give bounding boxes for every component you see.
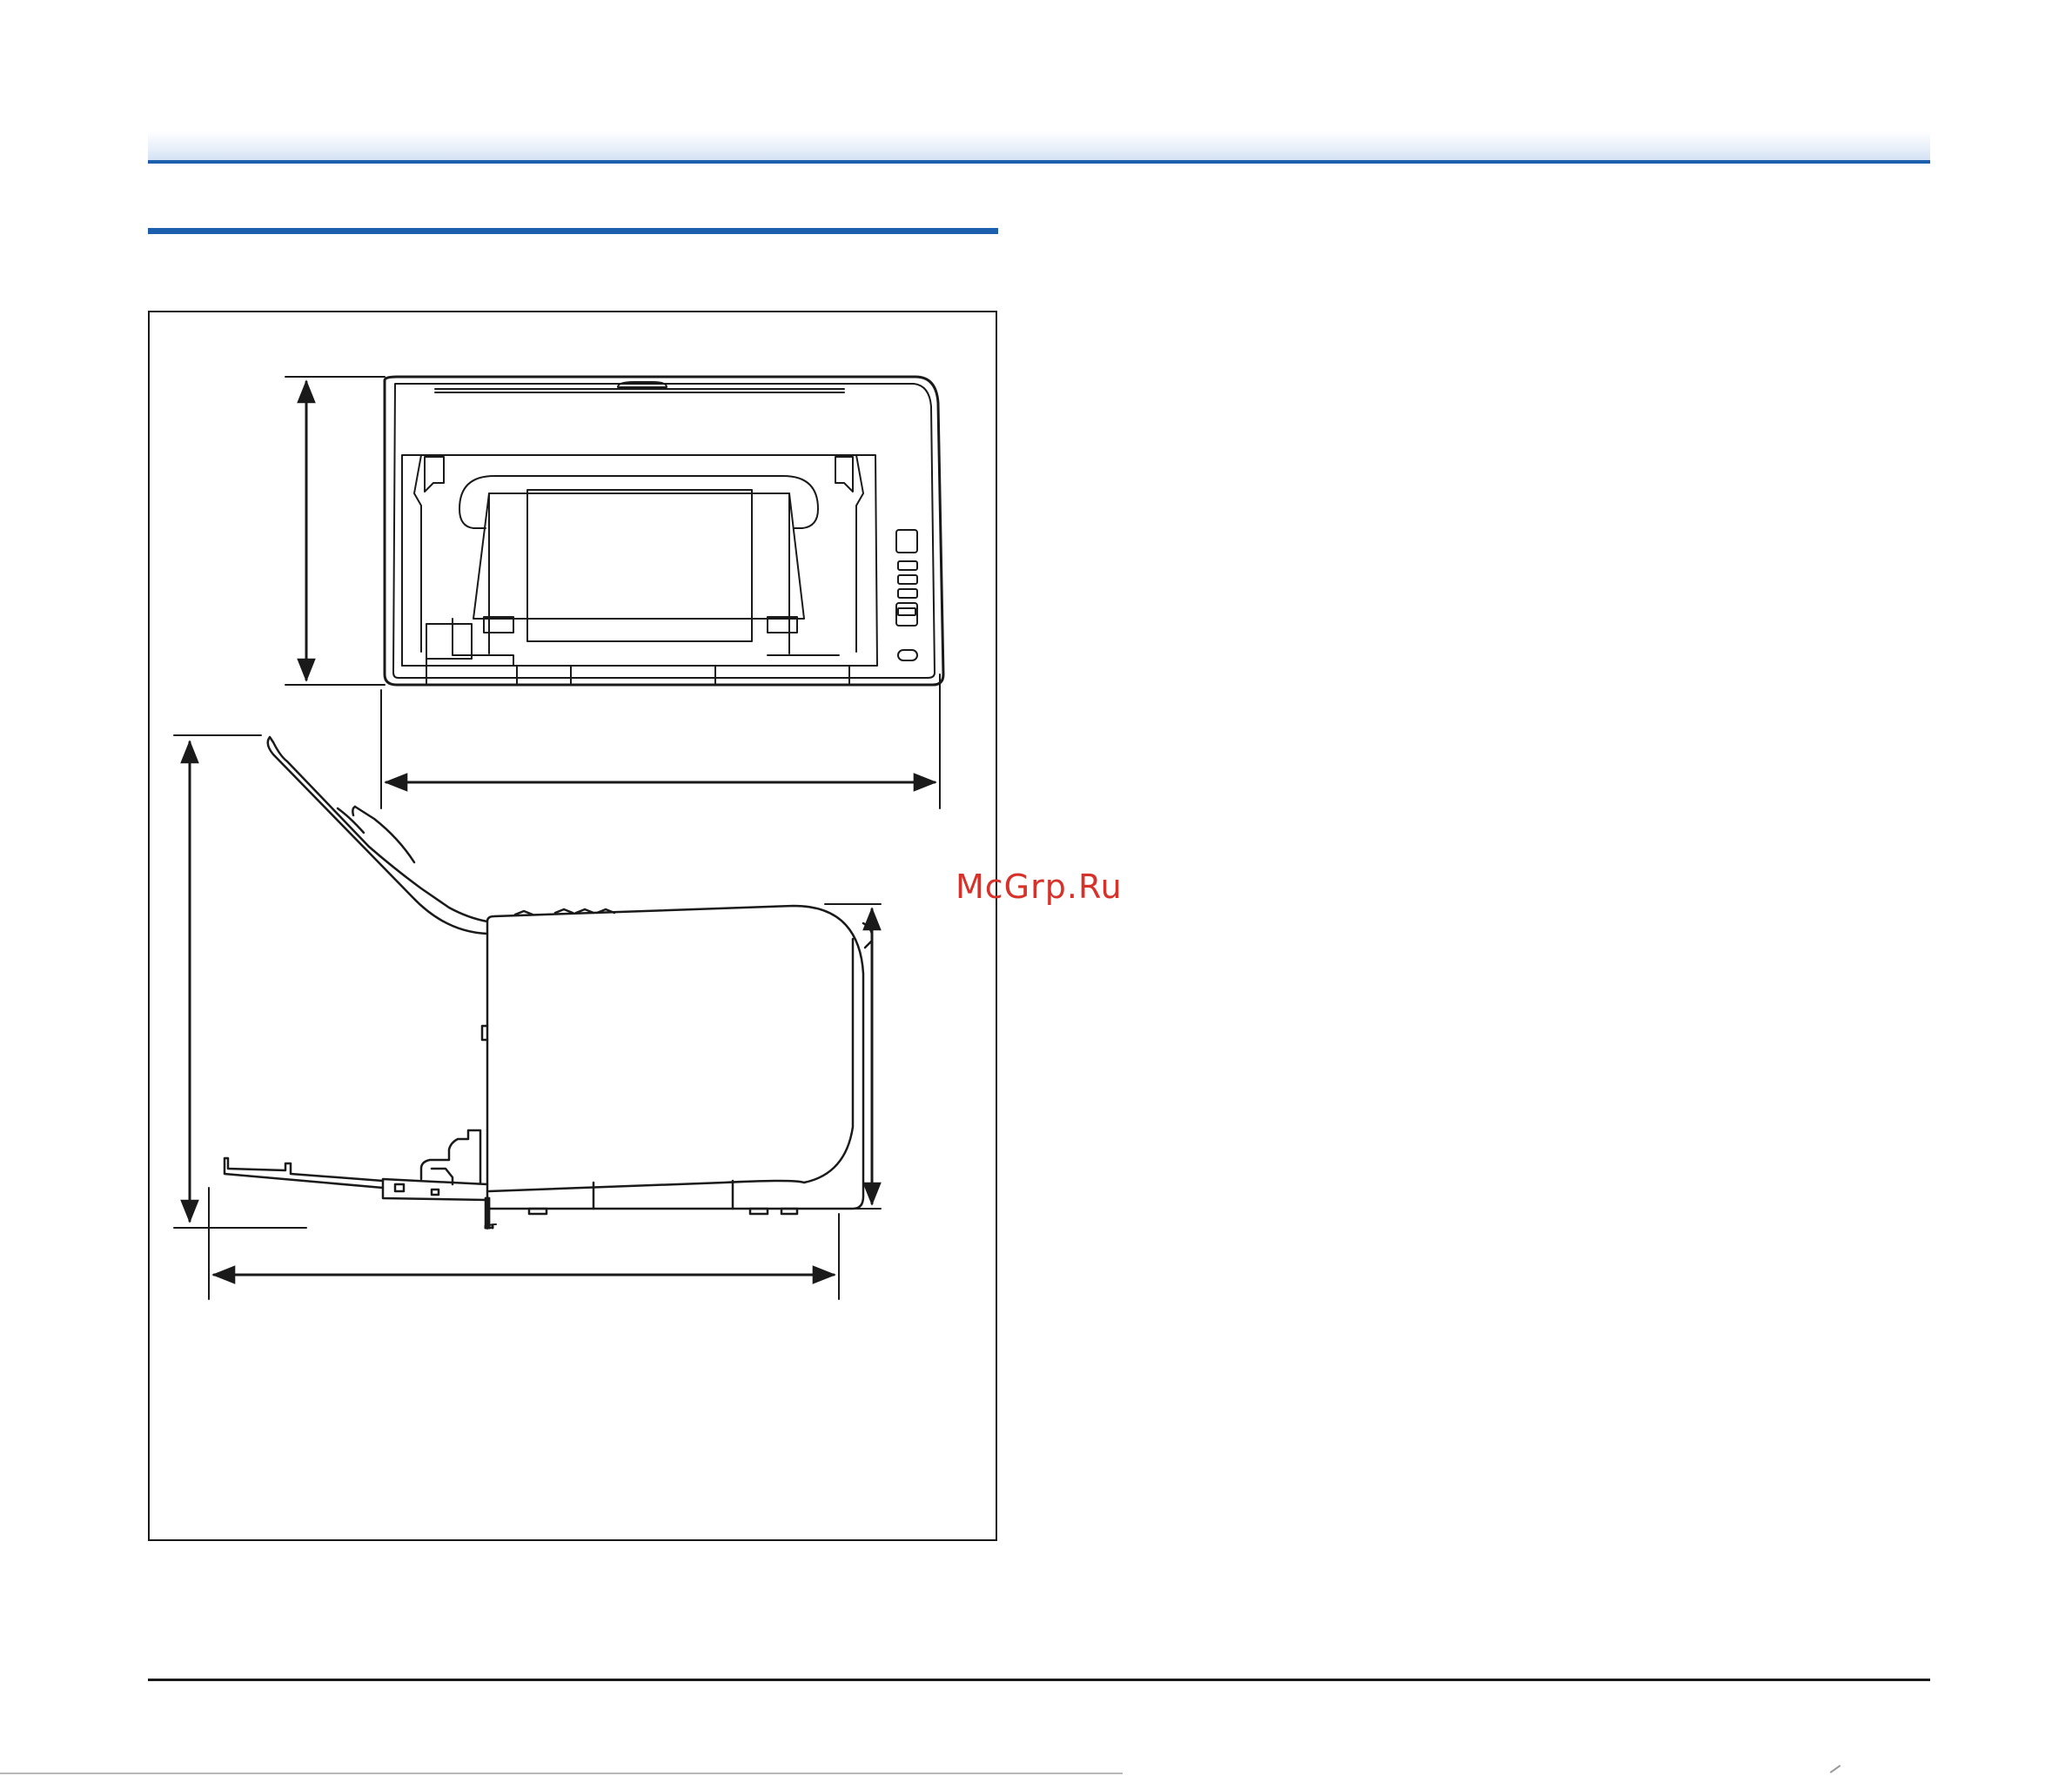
side-view-scanner-graphic xyxy=(480,904,874,1228)
side-dimensions xyxy=(173,734,882,1300)
side-view-output-tray xyxy=(223,1129,489,1202)
dimensions-figure xyxy=(148,311,997,1541)
side-view-input-tray xyxy=(266,735,489,935)
page-bottom-mark xyxy=(1829,1765,1841,1773)
section-rule xyxy=(148,228,998,234)
footer-rule xyxy=(148,1679,1930,1681)
page-bottom-edge xyxy=(0,1773,1123,1774)
header-band xyxy=(148,131,1930,164)
watermark-text: McGrp.Ru xyxy=(956,868,1123,906)
